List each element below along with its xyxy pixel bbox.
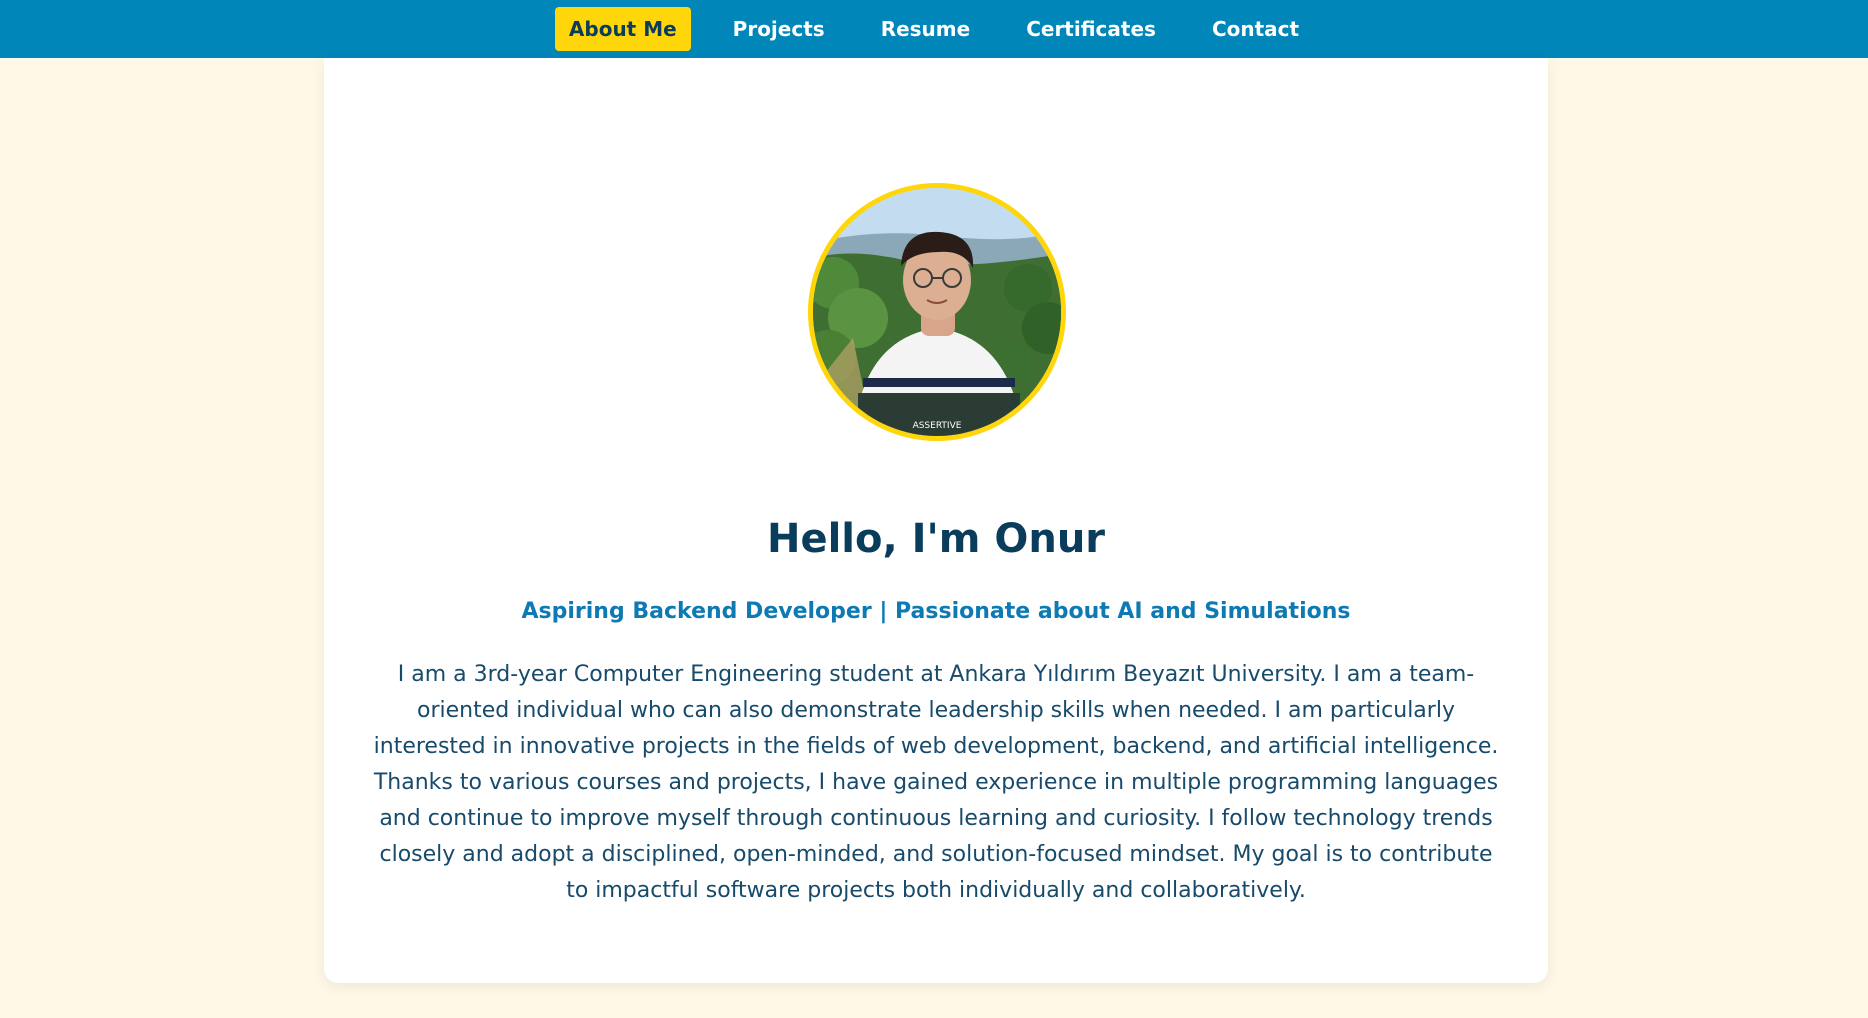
page-title: Hello, I'm Onur — [766, 516, 1106, 562]
profile-photo-frame: ASSERTIVE — [808, 183, 1066, 441]
nav-item-certificates[interactable]: Certificates — [1012, 7, 1170, 51]
tagline: Aspiring Backend Developer | Passionate … — [521, 599, 1351, 624]
nav-item-resume[interactable]: Resume — [867, 7, 985, 51]
about-card: ASSERTIVE Hello, I'm Onur Aspiring Backe… — [324, 58, 1548, 983]
shirt-print: ASSERTIVE — [913, 421, 962, 431]
nav-item-projects[interactable]: Projects — [719, 7, 839, 51]
nav-item-contact[interactable]: Contact — [1198, 7, 1313, 51]
bio-paragraph: I am a 3rd-year Computer Engineering stu… — [373, 662, 1499, 903]
profile-photo: ASSERTIVE — [813, 188, 1061, 436]
nav-list: About Me Projects Resume Certificates Co… — [554, 7, 1313, 51]
nav-item-about-me[interactable]: About Me — [554, 7, 691, 51]
top-navigation: About Me Projects Resume Certificates Co… — [0, 0, 1868, 58]
